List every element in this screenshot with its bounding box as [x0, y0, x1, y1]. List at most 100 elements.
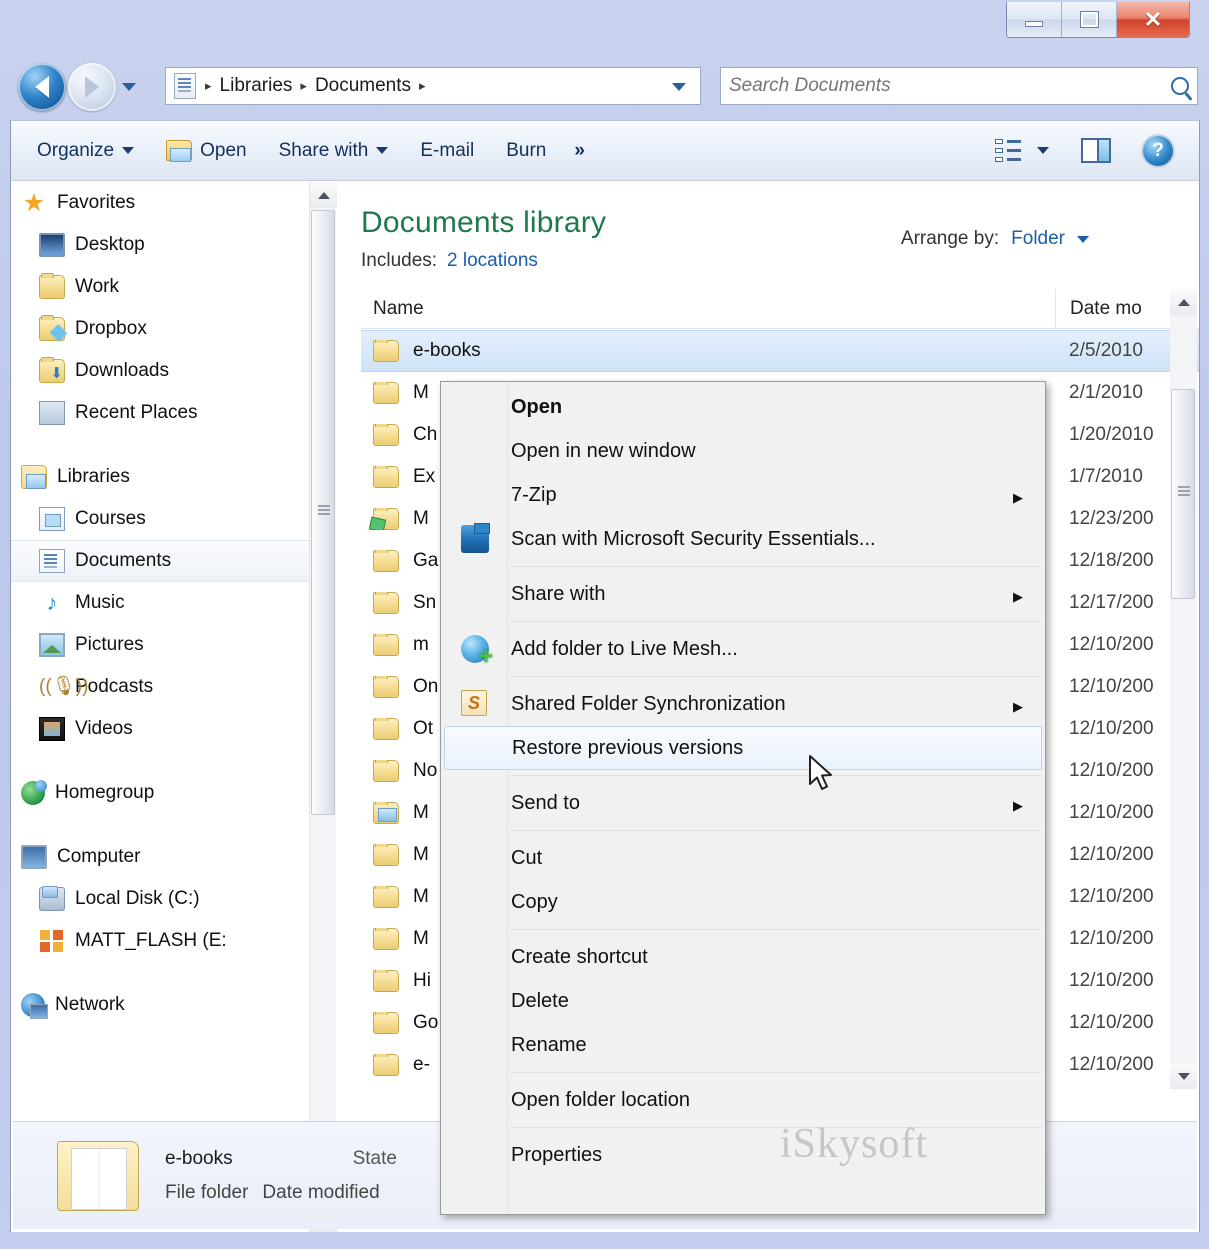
email-label: E-mail [420, 139, 475, 161]
help-icon: ? [1143, 135, 1173, 166]
file-name-label: No [413, 760, 438, 781]
menu-item-copy[interactable]: Copy [441, 880, 1045, 924]
sidebar-item-matt-flash-e[interactable]: MATT_FLASH (E: [11, 920, 335, 962]
menu-item-properties[interactable]: Properties [441, 1133, 1045, 1177]
star-icon: ★ [22, 189, 46, 217]
sidebar-group-libraries[interactable]: Libraries [11, 456, 335, 498]
grip-icon [1178, 490, 1190, 492]
burn-button[interactable]: Burn [490, 121, 562, 180]
menu-item-add-folder-to-live-mesh[interactable]: Add folder to Live Mesh... [441, 627, 1045, 671]
menu-item-7-zip[interactable]: 7-Zip ▶ [441, 473, 1045, 517]
scroll-up-button[interactable] [1170, 289, 1197, 315]
sidebar-item-local-disk-c[interactable]: Local Disk (C:) [11, 878, 335, 920]
sidebar-item-desktop[interactable]: Desktop [11, 224, 335, 266]
sidebar-item-work[interactable]: Work [11, 266, 335, 308]
file-list-vertical-scrollbar[interactable] [1170, 289, 1197, 1089]
menu-item-rename[interactable]: Rename [441, 1023, 1045, 1067]
menu-item-send-to[interactable]: Send to ▶ [441, 781, 1045, 825]
file-date-cell: 1/7/2010 [1069, 466, 1143, 487]
file-date-cell: 1/20/2010 [1069, 424, 1154, 445]
maximize-button[interactable] [1062, 2, 1117, 37]
file-date-cell: 12/10/200 [1069, 844, 1154, 865]
breadcrumb-documents[interactable]: Documents [310, 73, 416, 99]
search-input[interactable] [729, 75, 1171, 97]
share-with-button[interactable]: Share with [263, 121, 405, 180]
includes-locations-link[interactable]: 2 locations [447, 250, 538, 272]
menu-item-label: Properties [511, 1143, 603, 1166]
sidebar-label: Local Disk (C:) [75, 888, 200, 909]
help-button[interactable]: ? [1127, 121, 1189, 180]
minimize-button[interactable] [1007, 2, 1062, 37]
menu-item-label: Scan with Microsoft Security Essentials.… [511, 527, 876, 550]
sidebar-item-dropbox[interactable]: Dropbox [11, 308, 335, 350]
sidebar-item-downloads[interactable]: Downloads [11, 350, 335, 392]
sidebar-item-recent-places[interactable]: Recent Places [11, 392, 335, 434]
open-button[interactable]: Open [150, 121, 262, 180]
recent-pages-button[interactable] [122, 83, 136, 91]
mouse-cursor [809, 755, 832, 790]
breadcrumb-separator: ▸ [419, 78, 426, 93]
back-button[interactable] [18, 63, 66, 111]
sidebar-item-music[interactable]: ♪ Music [11, 582, 335, 624]
sidebar-group-network[interactable]: Network [11, 984, 335, 1026]
menu-item-share-with[interactable]: Share with ▶ [441, 572, 1045, 616]
submenu-arrow-icon: ▶ [1013, 798, 1023, 813]
file-name-label: m [413, 634, 429, 655]
menu-item-open-folder-location[interactable]: Open folder location [441, 1078, 1045, 1122]
menu-item-label: Open [511, 395, 563, 418]
sidebar-item-courses[interactable]: Courses [11, 498, 335, 540]
file-name-label: Go [413, 1012, 439, 1033]
scrollbar-thumb[interactable] [311, 210, 335, 815]
table-row[interactable]: e-books 2/5/2010 [361, 330, 1199, 372]
security-essentials-icon [461, 523, 490, 553]
sidebar-label: Work [75, 276, 119, 297]
videos-icon [39, 717, 65, 741]
sidebar-group-favorites[interactable]: ★ Favorites [11, 182, 335, 224]
context-menu[interactable]: Open Open in new window 7-Zip ▶ Scan with Mi… [440, 381, 1046, 1215]
menu-item-create-shortcut[interactable]: Create shortcut [441, 935, 1045, 979]
column-header-date-modified[interactable]: Date mo [1055, 289, 1142, 328]
menu-item-cut[interactable]: Cut [441, 836, 1045, 880]
close-button[interactable]: ✕ [1117, 2, 1189, 37]
chevron-up-icon [317, 191, 330, 199]
search-box[interactable] [720, 67, 1198, 105]
breadcrumb-libraries[interactable]: Libraries [215, 73, 298, 99]
podcasts-icon: ((🎙)) [39, 676, 89, 697]
address-bar[interactable]: ▸ Libraries ▸ Documents ▸ [165, 67, 701, 105]
change-view-button[interactable] [979, 121, 1065, 180]
menu-item-shared-folder-synchronization[interactable]: S Shared Folder Synchronization ▶ [441, 682, 1045, 726]
organize-button[interactable]: Organize [21, 121, 150, 180]
arrange-by-control[interactable]: Arrange by: Folder [901, 228, 1089, 250]
file-name-cell: e-books [361, 340, 1055, 362]
sidebar-item-videos[interactable]: Videos [11, 708, 335, 750]
preview-pane-button[interactable] [1065, 121, 1127, 180]
chevron-down-icon [672, 82, 686, 91]
folder-icon [373, 424, 399, 446]
folder-icon [373, 382, 399, 404]
menu-item-delete[interactable]: Delete [441, 979, 1045, 1023]
sidebar-item-pictures[interactable]: Pictures [11, 624, 335, 666]
menu-item-open[interactable]: Open [441, 385, 1045, 429]
scrollbar-thumb[interactable] [1171, 389, 1195, 599]
sidebar-group-homegroup[interactable]: Homegroup [11, 772, 335, 814]
email-button[interactable]: E-mail [404, 121, 490, 180]
file-name-label: M [413, 802, 429, 823]
sidebar-item-documents[interactable]: Documents [11, 540, 335, 582]
address-dropdown-button[interactable] [672, 78, 696, 95]
forward-button[interactable] [68, 63, 116, 111]
file-date-cell: 12/10/200 [1069, 802, 1154, 823]
overflow-button[interactable]: » [562, 121, 597, 180]
menu-item-open-in-new-window[interactable]: Open in new window [441, 429, 1045, 473]
column-header-name[interactable]: Name [361, 298, 1055, 320]
search-icon [1171, 77, 1189, 95]
scroll-up-button[interactable] [310, 182, 337, 208]
file-date-cell: 12/23/200 [1069, 508, 1154, 529]
menu-item-scan-with-microsoft-security-essentials[interactable]: Scan with Microsoft Security Essentials.… [441, 517, 1045, 561]
details-name: e-books [165, 1147, 233, 1169]
menu-item-restore-previous-versions[interactable]: Restore previous versions [444, 726, 1042, 770]
navigation-pane-scrollbar[interactable] [309, 182, 337, 1232]
sidebar-group-computer[interactable]: Computer [11, 836, 335, 878]
sidebar-item-podcasts[interactable]: ((🎙)) Podcasts [11, 666, 335, 708]
scroll-down-button[interactable] [1170, 1063, 1197, 1089]
arrange-by-value[interactable]: Folder [1011, 228, 1065, 250]
